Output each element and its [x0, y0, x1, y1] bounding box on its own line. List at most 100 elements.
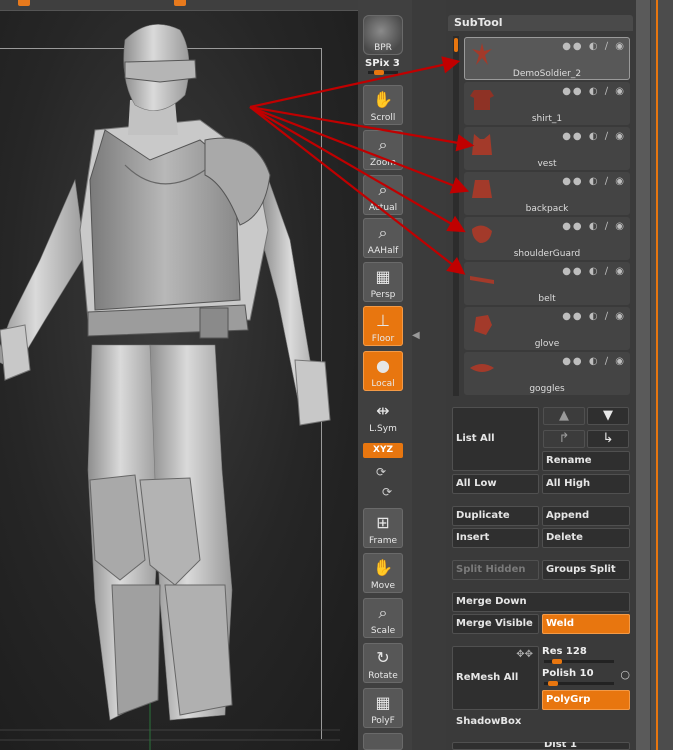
scale-button[interactable]: ⌕ Scale [363, 598, 403, 638]
magnifier-icon: ⌕ [378, 180, 388, 199]
move-up-button[interactable]: ▲ [543, 407, 585, 425]
magnifier-icon: ⌕ [378, 135, 388, 154]
arrow-down-icon: ▼ [603, 408, 613, 423]
move-icon: ✥✥ [516, 649, 533, 660]
move-up-right-button[interactable]: ↱ [543, 430, 585, 448]
rotate-icon: ↻ [376, 648, 390, 667]
subtool-item-shirt[interactable]: ●● ◐ ∕ ◉ shirt_1 [464, 82, 630, 125]
local-icon: ● [376, 356, 390, 375]
zoom-button[interactable]: ⌕ Zoom [363, 130, 403, 170]
subtool-thumbnail-icon [472, 180, 492, 198]
spix-label: SPix 3 [365, 58, 400, 69]
hand-icon: ✋ [373, 90, 393, 109]
remesh-all-label: ReMesh All [456, 672, 519, 683]
move-button[interactable]: ✋ Move [363, 553, 403, 593]
polish-label: Polish 10 [542, 668, 594, 679]
hand-icon: ✋ [373, 558, 393, 577]
tray-scrollbar[interactable] [636, 0, 651, 750]
3d-viewport[interactable] [0, 0, 358, 750]
res-label: Res 128 [542, 646, 587, 657]
arrow-turn-icon: ↱ [558, 431, 570, 446]
subtool-item-belt[interactable]: ●● ◐ ∕ ◉ belt [464, 262, 630, 305]
scroll-button[interactable]: ✋ Scroll [363, 85, 403, 125]
tray-edge [656, 0, 658, 750]
rotate-y-icon[interactable]: ⟳ [376, 465, 386, 479]
subtool-item-demosoldier[interactable]: ●● ◐ ∕ ◉ DemoSoldier_2 [464, 37, 630, 80]
actual-button[interactable]: ⌕ Actual [363, 175, 403, 215]
subtool-scrollbar[interactable] [453, 36, 459, 396]
merge-down-button[interactable]: Merge Down [452, 592, 630, 612]
visibility-eye-icon[interactable]: ●● ◐ ∕ ◉ [562, 86, 626, 97]
visibility-eye-icon[interactable]: ●● ◐ ∕ ◉ [562, 221, 626, 232]
polish-toggle-icon[interactable]: ○ [620, 668, 630, 681]
local-button[interactable]: ● Local [363, 351, 403, 391]
frame-icon: ⊞ [376, 513, 390, 532]
subtool-item-backpack[interactable]: ●● ◐ ∕ ◉ backpack [464, 172, 630, 215]
split-hidden-button[interactable]: Split Hidden [452, 560, 539, 580]
groups-split-button[interactable]: Groups Split [542, 560, 630, 580]
arrow-up-icon: ▲ [559, 408, 569, 423]
visibility-eye-icon[interactable]: ●● ◐ ∕ ◉ [562, 356, 626, 367]
visibility-eye-icon[interactable]: ●● ◐ ∕ ◉ [562, 41, 626, 52]
polish-slider[interactable]: Polish 10 ○ [542, 668, 630, 686]
lsym-button[interactable]: ⇹ L.Sym [363, 396, 403, 436]
subtool-item-goggles[interactable]: ●● ◐ ∕ ◉ goggles [464, 352, 630, 395]
bpr-label: BPR [374, 43, 392, 53]
subtool-thumbnail-icon [470, 90, 494, 110]
transp-button[interactable] [363, 733, 403, 750]
dist-label: Dist 1 [544, 742, 577, 750]
subtool-title[interactable]: SubTool [448, 15, 633, 31]
spix-slider[interactable] [368, 70, 398, 75]
polyframe-icon: ▦ [375, 693, 391, 712]
subtool-thumbnail-icon [470, 276, 494, 284]
subtool-thumbnail-icon [472, 43, 492, 65]
list-all-button[interactable]: List All [452, 407, 539, 471]
append-button[interactable]: Append [542, 506, 630, 526]
duplicate-button[interactable]: Duplicate [452, 506, 539, 526]
xyz-button[interactable]: XYZ [363, 443, 403, 458]
shadowbox-button[interactable]: ShadowBox [452, 712, 630, 732]
subtool-thumbnail-icon [472, 134, 492, 155]
bpr-button[interactable]: BPR [363, 15, 403, 55]
aahalf-button[interactable]: ⌕ AAHalf [363, 218, 403, 258]
floor-button[interactable]: ⊥ Floor [363, 306, 403, 346]
dist-slider[interactable]: Dist 1 [452, 742, 630, 750]
move-down-right-button[interactable]: ↳ [587, 430, 629, 448]
subtool-item-glove[interactable]: ●● ◐ ∕ ◉ glove [464, 307, 630, 350]
arrows-icon: ⇹ [376, 401, 390, 420]
frame-button[interactable]: ⊞ Frame [363, 508, 403, 548]
delete-button[interactable]: Delete [542, 528, 630, 548]
merge-visible-button[interactable]: Merge Visible [452, 614, 539, 634]
visibility-eye-icon[interactable]: ●● ◐ ∕ ◉ [562, 266, 626, 277]
arrow-turn-down-icon: ↳ [602, 431, 614, 446]
subtool-item-vest[interactable]: ●● ◐ ∕ ◉ vest [464, 127, 630, 170]
polyf-button[interactable]: ▦ PolyF [363, 688, 403, 728]
subtool-thumbnail-icon [470, 364, 494, 372]
subtool-item-shoulderguard[interactable]: ●● ◐ ∕ ◉ shoulderGuard [464, 217, 630, 260]
rotate-z-icon[interactable]: ⟳ [382, 485, 392, 499]
visibility-eye-icon[interactable]: ●● ◐ ∕ ◉ [562, 311, 626, 322]
rename-button[interactable]: Rename [542, 451, 630, 471]
soldier-model [0, 24, 340, 750]
all-high-button[interactable]: All High [542, 474, 630, 494]
polygrp-toggle[interactable]: PolyGrp [542, 690, 630, 710]
floor-icon: ⊥ [376, 311, 390, 330]
insert-button[interactable]: Insert [452, 528, 539, 548]
grid-icon: ▦ [375, 267, 391, 286]
visibility-eye-icon[interactable]: ●● ◐ ∕ ◉ [562, 176, 626, 187]
right-scroll-tray [636, 0, 673, 750]
magnifier-icon: ⌕ [378, 223, 388, 242]
res-slider[interactable]: Res 128 [542, 646, 630, 664]
remesh-all-button[interactable]: ReMesh All ✥✥ [452, 646, 539, 710]
subtool-thumbnail-icon [472, 225, 492, 243]
persp-button[interactable]: ▦ Persp [363, 262, 403, 302]
panel-divider: ◀ [412, 0, 446, 750]
weld-toggle[interactable]: Weld [542, 614, 630, 634]
rotate-button[interactable]: ↻ Rotate [363, 643, 403, 683]
collapse-arrow-icon[interactable]: ◀ [412, 330, 420, 341]
move-down-button[interactable]: ▼ [587, 407, 629, 425]
subtool-thumbnail-icon [474, 315, 492, 335]
visibility-eye-icon[interactable]: ●● ◐ ∕ ◉ [562, 131, 626, 142]
magnifier-icon: ⌕ [378, 603, 388, 622]
all-low-button[interactable]: All Low [452, 474, 539, 494]
